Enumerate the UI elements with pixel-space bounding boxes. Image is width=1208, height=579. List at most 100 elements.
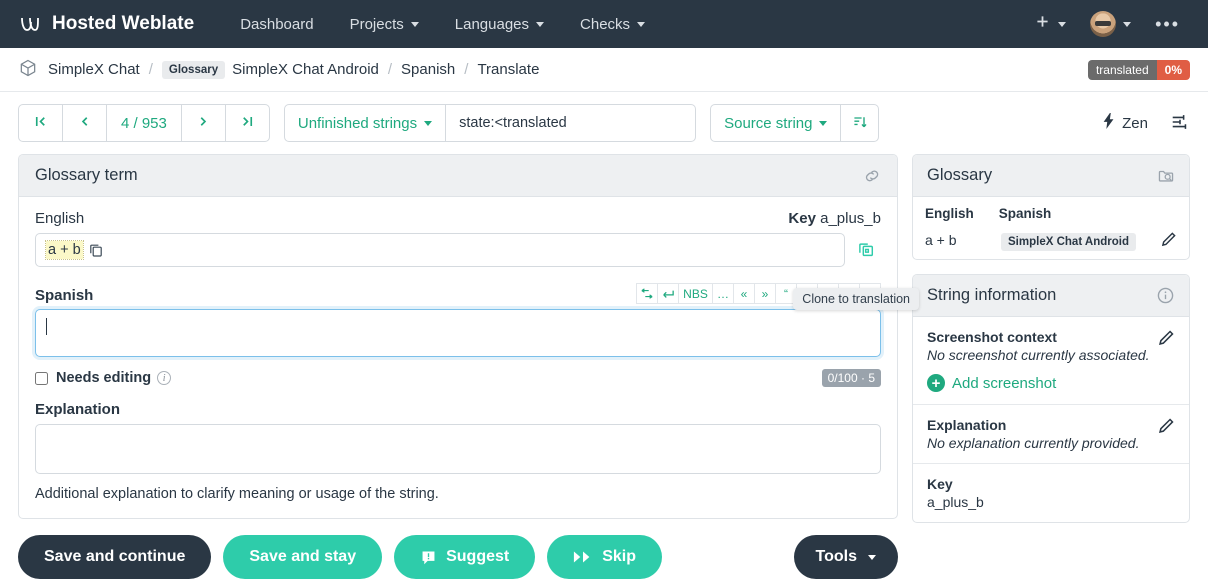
- screenshot-context-main: Screenshot context No screenshot current…: [927, 329, 1157, 392]
- glossary-panel: Glossary English Spanish a + b: [912, 154, 1190, 260]
- brand-name: Hosted Weblate: [52, 13, 194, 35]
- previous-page-button[interactable]: [62, 104, 107, 142]
- glossary-column-english: English: [913, 197, 987, 226]
- last-page-button[interactable]: [225, 104, 270, 142]
- insert-laquo-button[interactable]: «: [734, 283, 755, 304]
- pencil-icon[interactable]: [1157, 417, 1175, 451]
- first-page-button[interactable]: [18, 104, 63, 142]
- user-menu-button[interactable]: [1080, 5, 1141, 43]
- breadcrumb-separator: /: [149, 61, 153, 78]
- lightning-bolt-icon: [1102, 113, 1116, 133]
- glossary-column-spanish: Spanish: [987, 197, 1189, 226]
- status-badge-value: 0%: [1157, 60, 1190, 80]
- info-icon[interactable]: i: [157, 371, 171, 385]
- sort-label: Source string: [724, 115, 812, 132]
- source-string-field: a + b: [35, 233, 845, 267]
- string-information-header: String information: [913, 275, 1189, 317]
- nav-label: Checks: [580, 16, 630, 33]
- nav-item-checks[interactable]: Checks: [562, 10, 663, 39]
- save-and-continue-button[interactable]: Save and continue: [18, 535, 211, 579]
- top-navbar: Hosted Weblate Dashboard Projects Langua…: [0, 0, 1208, 48]
- pencil-icon[interactable]: [1160, 231, 1177, 248]
- info-icon[interactable]: [1156, 286, 1175, 305]
- display-settings-button[interactable]: [1170, 112, 1190, 135]
- pagination-group: 4 / 953: [18, 104, 270, 142]
- nav-item-projects[interactable]: Projects: [332, 10, 437, 39]
- copy-icon[interactable]: [83, 237, 109, 263]
- pencil-icon[interactable]: [1157, 329, 1175, 392]
- key-section-value: a_plus_b: [927, 494, 1175, 510]
- last-page-icon: [240, 114, 255, 133]
- search-input[interactable]: [446, 104, 696, 142]
- navbar-right-actions: •••: [1024, 5, 1190, 43]
- needs-editing-row: Needs editing i 0/100 · 5: [35, 369, 881, 387]
- explanation-section-label: Explanation: [927, 417, 1157, 433]
- breadcrumb-page[interactable]: Translate: [477, 61, 539, 78]
- search-group: Unfinished strings: [284, 104, 696, 142]
- tools-dropdown-button[interactable]: Tools: [794, 535, 898, 579]
- insert-ellipsis-button[interactable]: …: [713, 283, 734, 304]
- chevron-down-icon: [1123, 22, 1131, 27]
- key-inline-label: Key: [788, 210, 816, 227]
- nav-label: Projects: [350, 16, 404, 33]
- explanation-textarea[interactable]: [35, 424, 881, 474]
- link-icon[interactable]: [863, 167, 881, 185]
- screenshot-context-section: Screenshot context No screenshot current…: [913, 317, 1189, 405]
- breadcrumb-language[interactable]: Spanish: [401, 61, 455, 78]
- breadcrumb-component[interactable]: SimpleX Chat Android: [232, 61, 379, 78]
- screenshot-context-label: Screenshot context: [927, 329, 1157, 345]
- string-information-title: String information: [927, 286, 1056, 305]
- special-characters-toolbar: NBS … « » “ ” - – — Clone to translation: [636, 283, 881, 304]
- next-page-button[interactable]: [181, 104, 226, 142]
- add-menu-button[interactable]: [1024, 7, 1076, 41]
- sidebar-column: Glossary English Spanish a + b: [912, 154, 1190, 537]
- glossary-row-english: a + b: [913, 226, 987, 259]
- avatar: [1090, 11, 1116, 37]
- status-badge-label: translated: [1088, 60, 1157, 80]
- insert-newline-button[interactable]: [658, 283, 679, 304]
- suggest-button[interactable]: Suggest: [394, 535, 535, 579]
- glossary-search-icon[interactable]: [1157, 167, 1175, 185]
- previous-page-icon: [77, 114, 92, 133]
- sort-dropdown[interactable]: Source string: [710, 104, 841, 142]
- breadcrumb-project[interactable]: SimpleX Chat: [48, 61, 140, 78]
- glossary-row-component: SimpleX Chat Android: [987, 226, 1148, 259]
- needs-editing-checkbox[interactable]: [35, 372, 48, 385]
- translation-toolbar: 4 / 953 Unfinished strings Source string: [0, 92, 1208, 154]
- sort-ascending-icon: [852, 114, 868, 133]
- glossary-row-edit: [1148, 226, 1189, 259]
- chevron-down-icon: [411, 22, 419, 27]
- insert-nbsp-button[interactable]: NBS: [679, 283, 713, 304]
- status-badge: translated 0%: [1088, 60, 1190, 80]
- key-inline: Key a_plus_b: [788, 210, 881, 227]
- zen-mode-button[interactable]: Zen: [1102, 113, 1148, 133]
- plus-icon: [1034, 13, 1051, 35]
- cube-icon: [18, 58, 38, 81]
- breadcrumb-separator: /: [388, 61, 392, 78]
- table-row[interactable]: a + b SimpleX Chat Android: [913, 226, 1189, 259]
- brand-logo-link[interactable]: Hosted Weblate: [18, 12, 194, 36]
- key-inline-value: a_plus_b: [820, 210, 881, 227]
- chevron-down-icon: [424, 121, 432, 126]
- more-menu-button[interactable]: •••: [1145, 9, 1190, 39]
- filter-dropdown[interactable]: Unfinished strings: [284, 104, 446, 142]
- string-information-panel: String information Screenshot context No…: [912, 274, 1190, 523]
- skip-button[interactable]: Skip: [547, 535, 662, 579]
- clone-icon[interactable]: [851, 233, 881, 267]
- weblate-logo-icon: [18, 12, 42, 36]
- insert-tab-button[interactable]: [636, 283, 658, 304]
- breadcrumb-separator: /: [464, 61, 468, 78]
- add-screenshot-button[interactable]: + Add screenshot: [927, 374, 1157, 392]
- sort-direction-button[interactable]: [841, 104, 879, 142]
- insert-raquo-button[interactable]: »: [755, 283, 776, 304]
- suggestion-icon: [420, 549, 437, 566]
- ellipsis-icon: •••: [1155, 15, 1180, 33]
- target-translation-input[interactable]: [35, 309, 881, 357]
- card-title: Glossary term: [35, 166, 138, 185]
- save-and-stay-button[interactable]: Save and stay: [223, 535, 382, 579]
- clone-tooltip: Clone to translation: [793, 288, 919, 310]
- nav-item-languages[interactable]: Languages: [437, 10, 562, 39]
- nav-item-dashboard[interactable]: Dashboard: [222, 10, 331, 39]
- key-section: Key a_plus_b: [913, 464, 1189, 522]
- skip-label: Skip: [602, 548, 636, 566]
